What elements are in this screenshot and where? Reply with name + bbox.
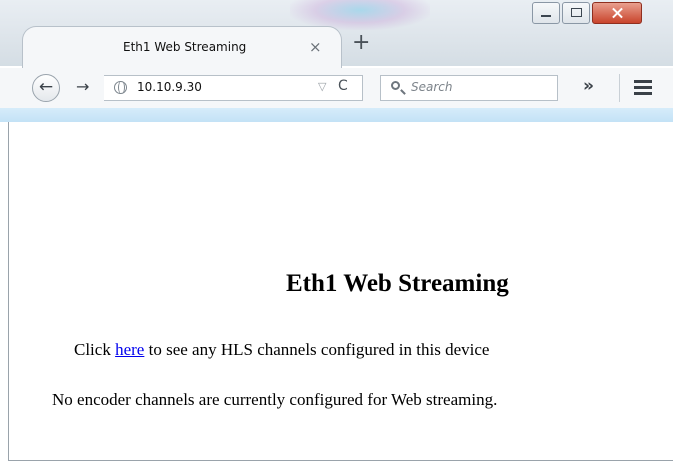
tab-title: Eth1 Web Streaming: [123, 40, 247, 54]
maximize-button[interactable]: [562, 2, 590, 24]
here-link[interactable]: here: [115, 340, 144, 359]
url-text[interactable]: 10.10.9.30: [137, 80, 202, 94]
window-controls: [532, 2, 644, 24]
forward-arrow-icon[interactable]: →: [76, 77, 89, 96]
toolbar-accent-strip: [0, 108, 673, 122]
tab-close-icon[interactable]: ×: [309, 38, 322, 56]
back-arrow-icon[interactable]: ←: [32, 74, 60, 102]
address-bar[interactable]: 10.10.9.30 ▽ C: [104, 75, 363, 101]
overflow-chevron-icon[interactable]: »: [583, 76, 594, 96]
search-icon: [391, 81, 400, 90]
hls-channels-text: Click here to see any HLS channels confi…: [74, 340, 489, 360]
close-window-button[interactable]: [592, 2, 642, 24]
page-title: Eth1 Web Streaming: [286, 270, 509, 297]
new-tab-button[interactable]: +: [352, 32, 370, 54]
minimize-button[interactable]: [532, 2, 560, 24]
search-placeholder: Search: [411, 80, 453, 94]
hls-text-before: Click: [74, 340, 116, 359]
encoder-status-text: No encoder channels are currently config…: [52, 390, 498, 409]
url-dropdown-icon[interactable]: ▽: [318, 80, 326, 93]
reload-icon[interactable]: C: [338, 78, 348, 94]
page-content: Eth1 Web Streaming Click here to see any…: [8, 122, 673, 461]
tab-eth1-web-streaming[interactable]: Eth1 Web Streaming ×: [22, 26, 342, 69]
globe-icon: [114, 81, 127, 94]
hamburger-menu-icon[interactable]: [634, 80, 652, 98]
toolbar-divider: [619, 74, 620, 102]
search-input[interactable]: Search: [380, 75, 558, 101]
hls-text-after: to see any HLS channels configured in th…: [144, 340, 490, 359]
navigation-toolbar: ← → 10.10.9.30 ▽ C Search »: [0, 68, 673, 109]
